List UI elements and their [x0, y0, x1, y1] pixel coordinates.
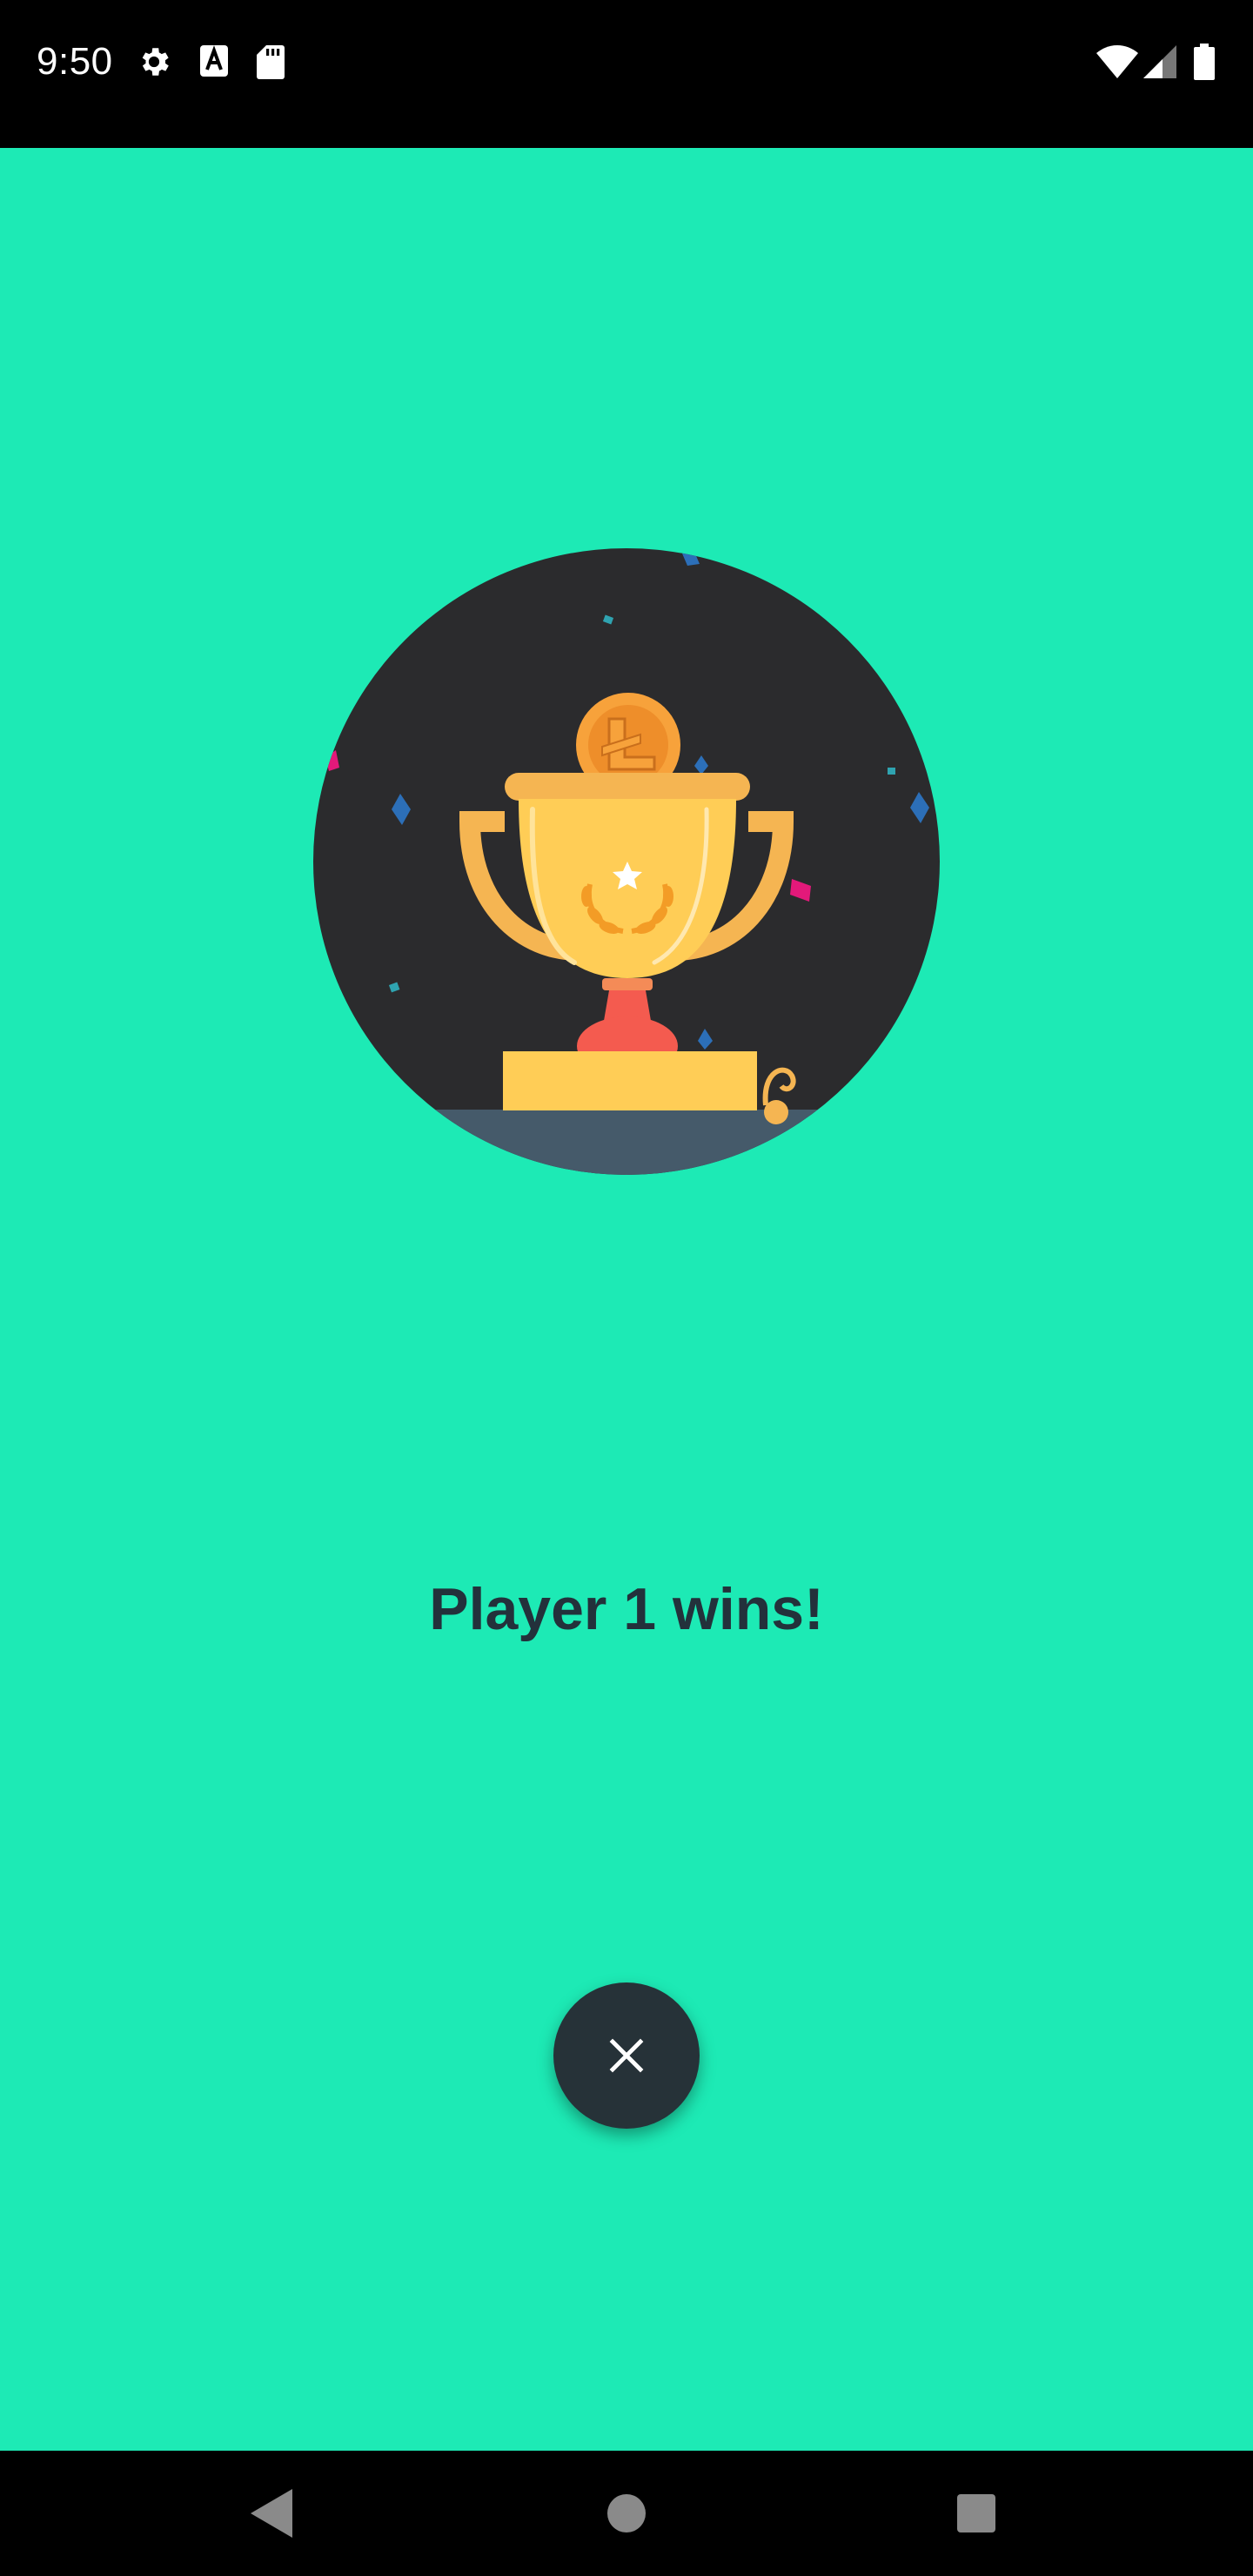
- close-icon: [609, 2038, 644, 2073]
- back-icon[interactable]: [240, 2482, 303, 2545]
- navigation-bar: [0, 2451, 1253, 2576]
- close-button[interactable]: [553, 1982, 700, 2129]
- gear-icon: [142, 48, 169, 76]
- battery-icon: [1194, 44, 1215, 80]
- status-bar: 9:50: [0, 0, 1253, 148]
- sd-card-icon: [257, 45, 285, 79]
- game-over-screen: Player 1 wins!: [0, 148, 1253, 2451]
- home-icon[interactable]: [595, 2482, 658, 2545]
- trophy-with-coin-icon: [313, 548, 940, 1175]
- result-text: Player 1 wins!: [429, 1576, 824, 1642]
- cell-signal-icon: [1143, 45, 1176, 78]
- recents-icon[interactable]: [945, 2482, 1008, 2545]
- font-a-icon: [200, 45, 228, 77]
- wifi-icon: [1096, 45, 1138, 78]
- status-time: 9:50: [37, 40, 113, 83]
